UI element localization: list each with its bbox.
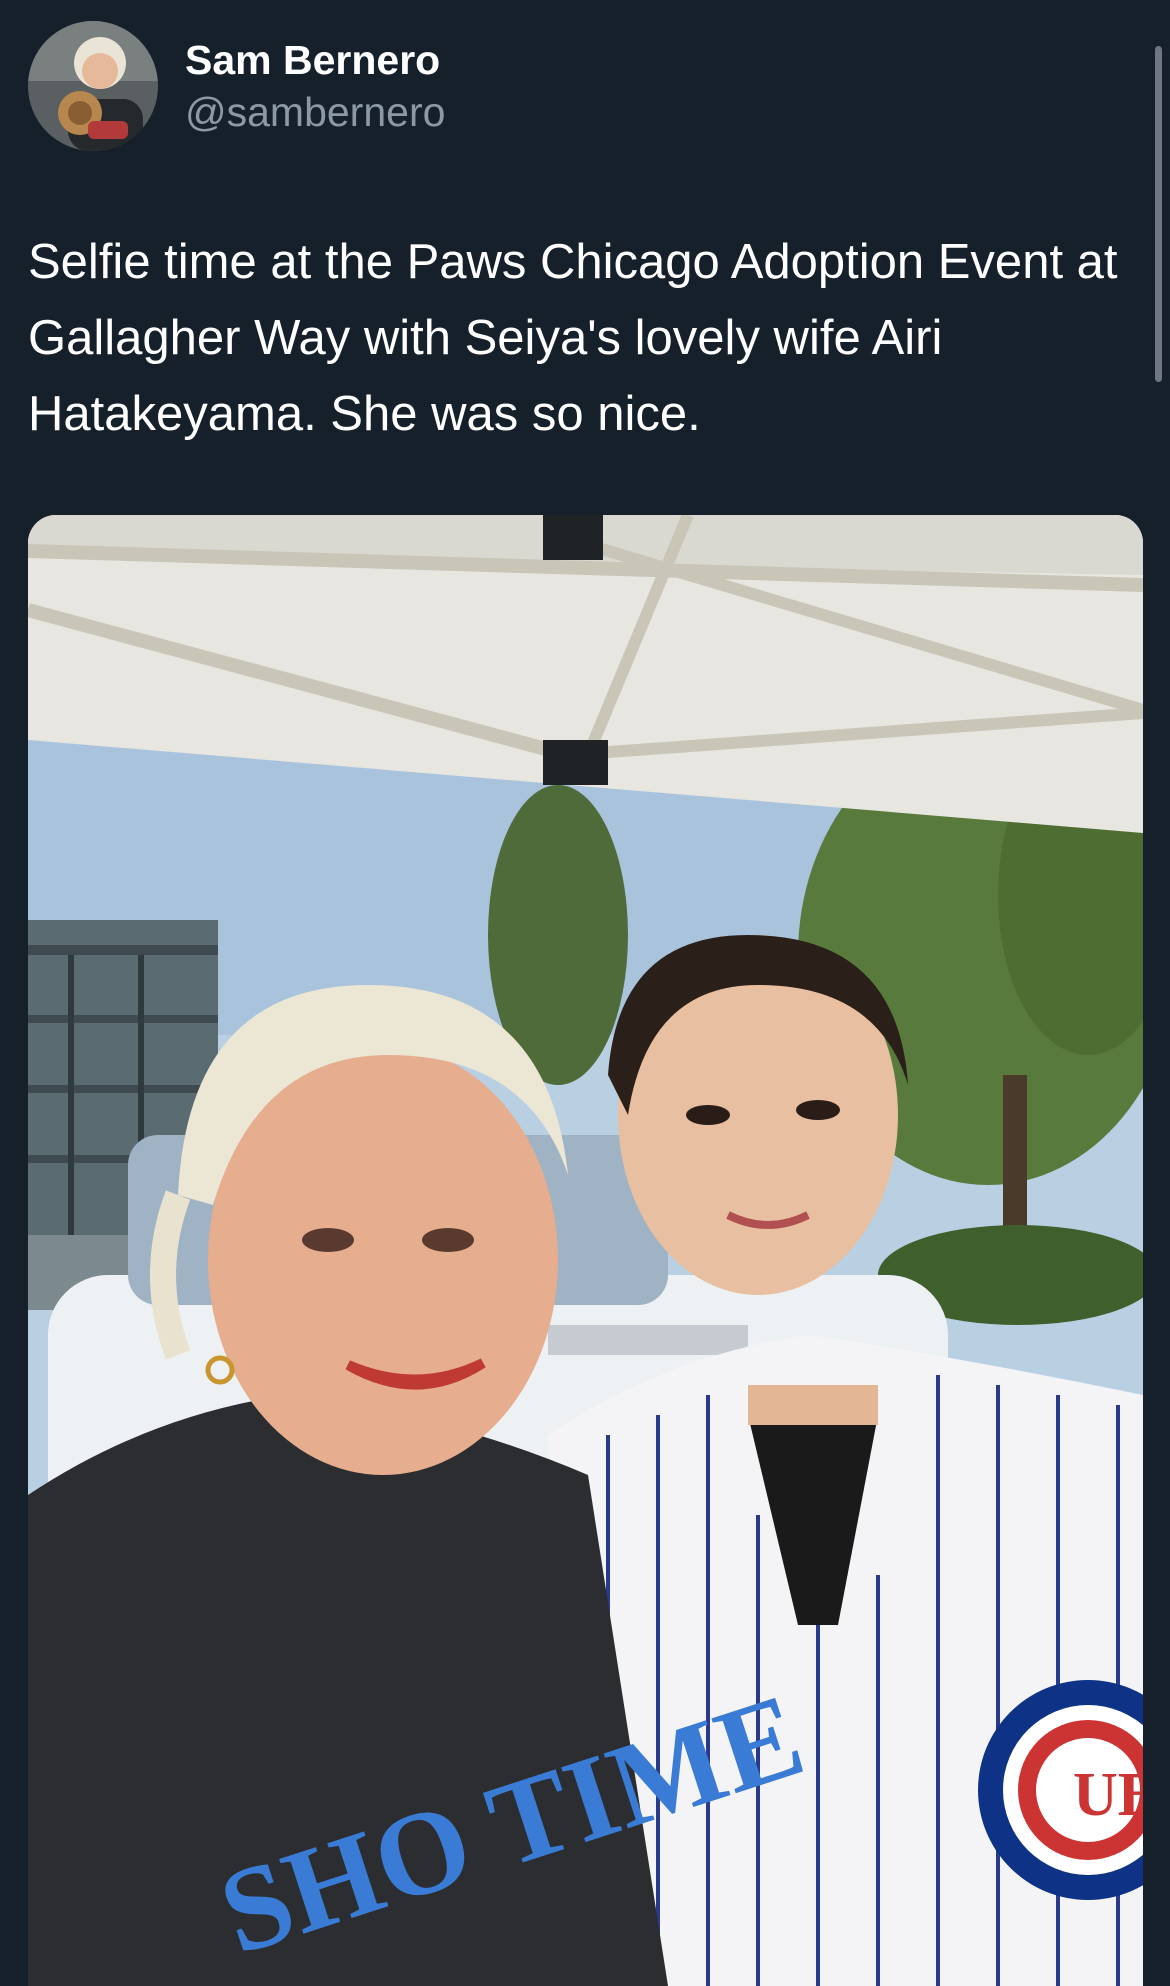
tweet: Sam Bernero @sambernero Selfie time at t…	[0, 0, 1170, 1986]
scrollbar[interactable]	[1155, 46, 1162, 382]
author-names: Sam Bernero @sambernero	[185, 34, 445, 138]
avatar-image	[28, 21, 158, 151]
tweet-text: Selfie time at the Paws Chicago Adoption…	[28, 235, 1118, 441]
selfie-photo: UB SHO TIME	[28, 515, 1143, 1986]
avatar[interactable]	[28, 21, 158, 151]
cubs-logo-text: UB	[1073, 1761, 1143, 1829]
user-handle[interactable]: @sambernero	[185, 86, 445, 138]
car-grille	[548, 1325, 748, 1355]
display-name[interactable]: Sam Bernero	[185, 34, 445, 86]
tweet-header: Sam Bernero @sambernero	[28, 20, 445, 152]
tweet-photo[interactable]: UB SHO TIME	[28, 515, 1143, 1986]
